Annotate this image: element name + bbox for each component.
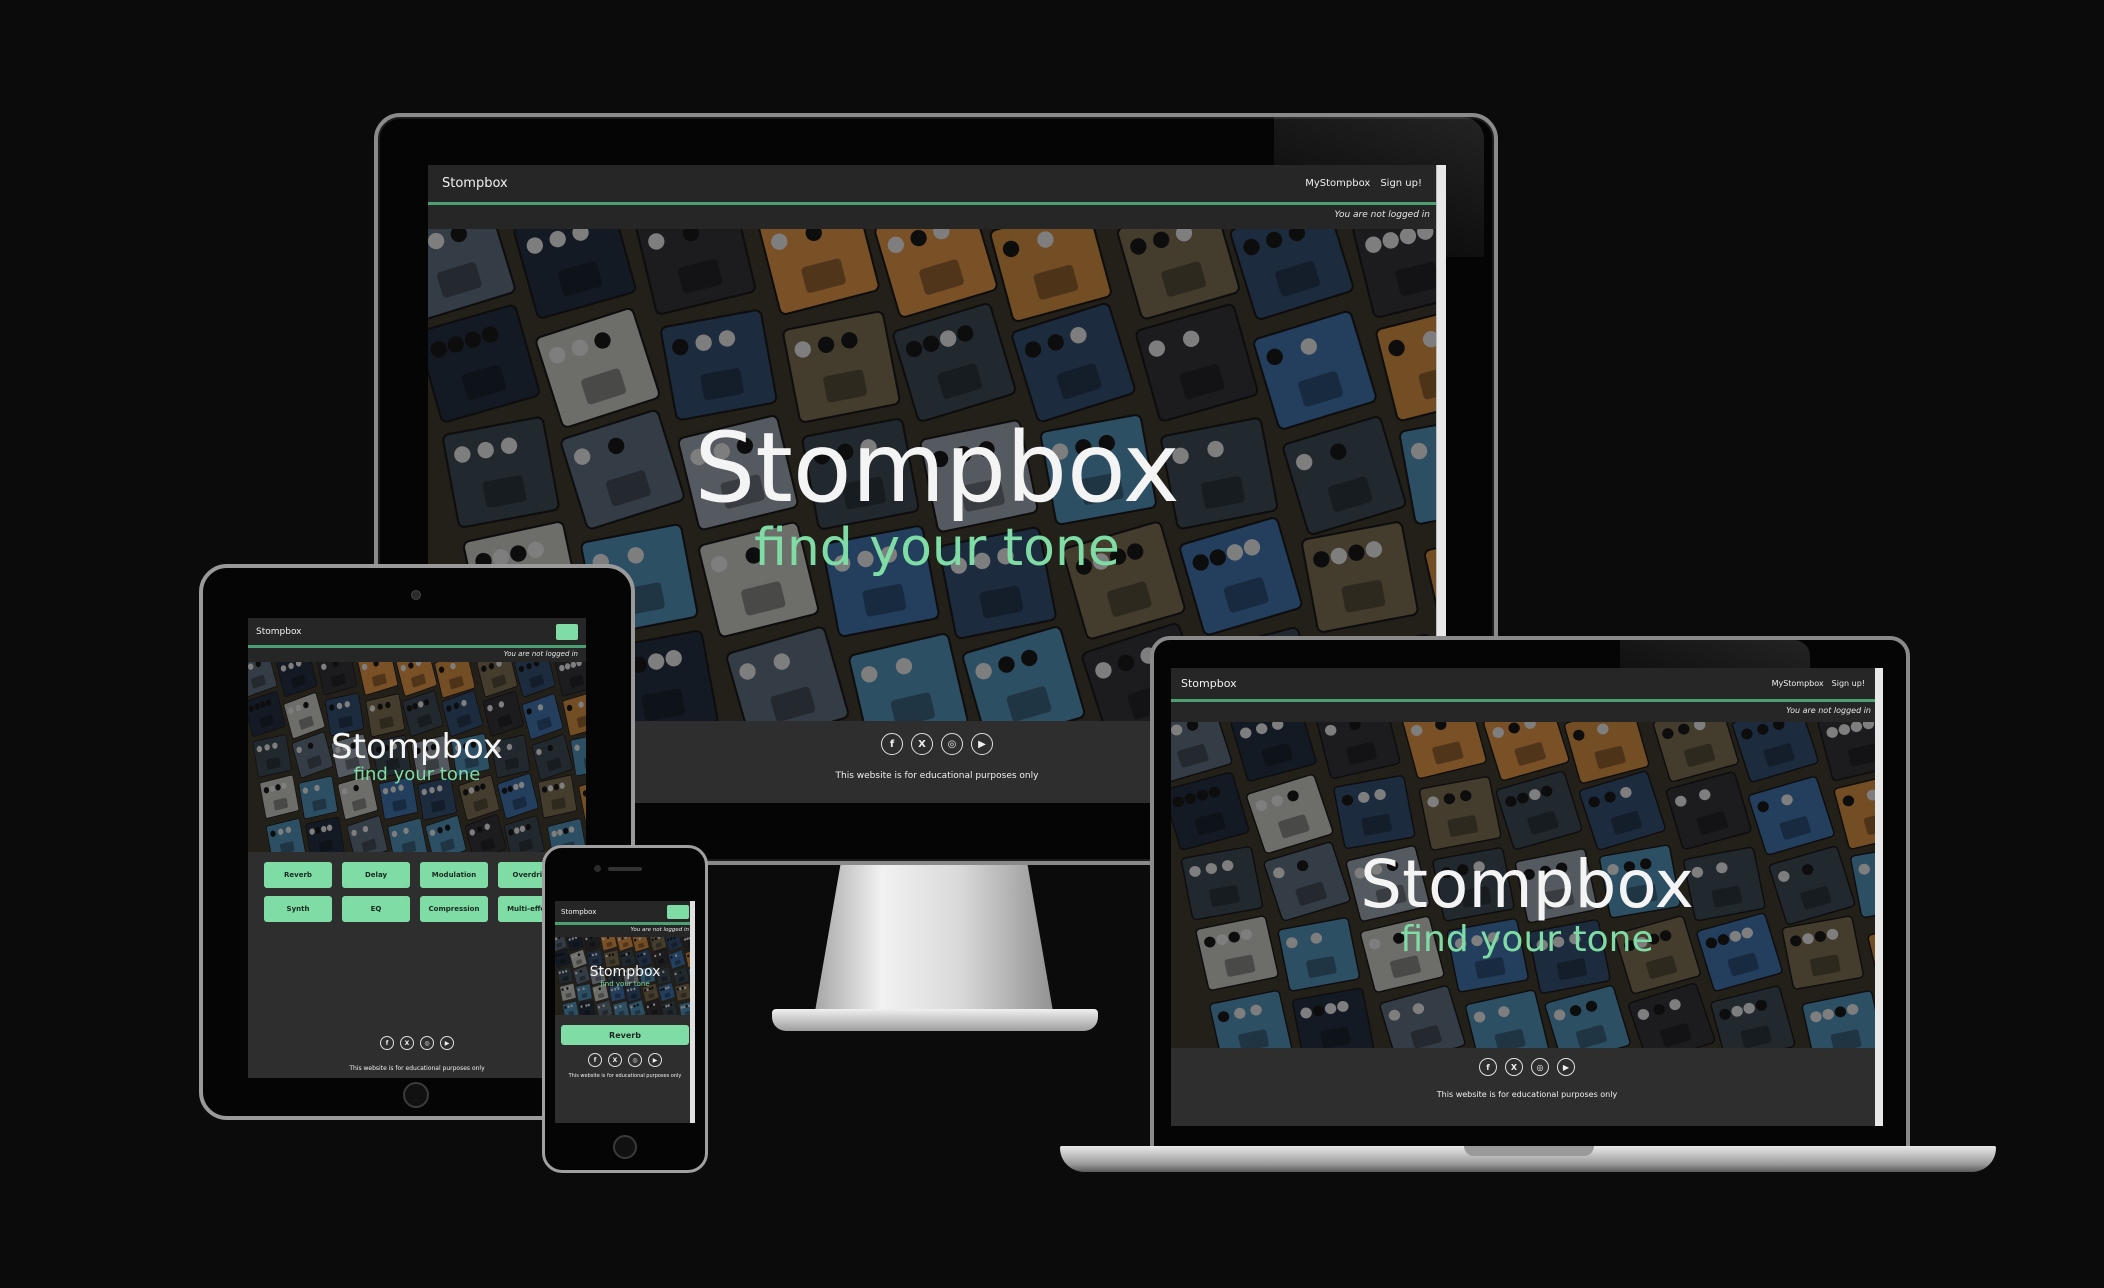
instagram-icon[interactable]: ◎ [628,1053,642,1067]
instagram-icon[interactable]: ◎ [420,1036,434,1050]
category-button[interactable]: EQ [342,896,410,922]
hero-title: Stompbox [589,963,661,980]
hero-title: Stompbox [1360,846,1694,923]
category-button[interactable]: Delay [342,862,410,888]
category-grid: Reverb Delay Modulation Overdrive Synth … [248,852,586,922]
nav-link-mystompbox[interactable]: MyStompbox [1772,679,1824,688]
hero-banner: Stompbox find your tone [248,662,586,852]
home-button[interactable] [613,1135,637,1159]
website: Stompbox You are not logged in Stompbox … [248,618,586,1078]
login-status: You are not logged in [555,925,695,937]
monitor-base [772,1009,1098,1031]
youtube-icon[interactable]: ▶ [971,733,993,755]
laptop-device: Stompbox MyStompbox Sign up! You are not… [1060,636,1996,1176]
youtube-icon[interactable]: ▶ [440,1036,454,1050]
hero-subtitle: find your tone [600,979,650,988]
category-grid: Reverb [555,1015,695,1045]
facebook-icon[interactable]: f [881,733,903,755]
hero-banner: Stompbox find your tone [1171,722,1883,1048]
brand-link[interactable]: Stompbox [256,627,302,637]
facebook-icon[interactable]: f [1479,1058,1497,1076]
social-links: f X ◎ ▶ [555,1045,695,1067]
login-status: You are not logged in [248,648,586,662]
brand-link[interactable]: Stompbox [561,908,596,916]
brand-link[interactable]: Stompbox [442,176,508,191]
instagram-icon[interactable]: ◎ [941,733,963,755]
hero-subtitle: find your tone [353,764,481,785]
footer-note: This website is for educational purposes… [349,1065,485,1072]
x-icon[interactable]: X [1505,1058,1523,1076]
navbar: Stompbox MyStompbox Sign up! [1171,668,1883,702]
social-links: f X ◎ ▶ [1171,1048,1883,1076]
navbar: Stompbox [248,618,586,648]
category-button[interactable]: Modulation [420,862,488,888]
nav-link-signup[interactable]: Sign up! [1380,178,1422,189]
website: Stompbox MyStompbox Sign up! You are not… [1171,668,1883,1126]
hero-title: Stompbox [694,412,1180,524]
hero-subtitle: find your tone [1400,919,1654,960]
brand-link[interactable]: Stompbox [1181,677,1237,690]
footer: f X ◎ ▶ This website is for educational pur… [1171,1048,1883,1126]
navbar: Stompbox MyStompbox Sign up! [428,165,1446,205]
camera-icon [411,590,421,600]
category-button[interactable]: Reverb [561,1025,689,1045]
hero-title: Stompbox [331,727,503,767]
youtube-icon[interactable]: ▶ [1557,1058,1575,1076]
x-icon[interactable]: X [608,1053,622,1067]
tablet-screen: Stompbox You are not logged in Stompbox … [248,618,586,1078]
menu-toggle-button[interactable] [556,623,578,640]
menu-toggle-button[interactable] [667,904,689,919]
phone-screen: Stompbox You are not logged in Stompbox … [555,901,695,1123]
speaker-grille [608,867,642,871]
footer-note: This website is for educational purposes… [568,1073,682,1079]
instagram-icon[interactable]: ◎ [1531,1058,1549,1076]
phone-device: Stompbox You are not logged in Stompbox … [542,845,708,1173]
nav-link-mystompbox[interactable]: MyStompbox [1305,178,1370,189]
website: Stompbox You are not logged in Stompbox … [555,901,695,1123]
login-status: You are not logged in [428,205,1446,229]
hero-banner: Stompbox find your tone [555,937,695,1015]
login-status: You are not logged in [1171,702,1883,722]
scrollbar[interactable] [1875,668,1883,1126]
x-icon[interactable]: X [400,1036,414,1050]
facebook-icon[interactable]: f [588,1053,602,1067]
camera-icon [594,865,601,872]
youtube-icon[interactable]: ▶ [648,1053,662,1067]
navbar: Stompbox [555,901,695,925]
scrollbar[interactable] [690,901,695,1123]
social-links: f X ◎ ▶ [248,1036,586,1050]
category-button[interactable]: Reverb [264,862,332,888]
nav-link-signup[interactable]: Sign up! [1832,679,1865,688]
main-content: Reverb f X ◎ ▶ This website is for educatio… [555,1015,695,1123]
footer-note: This website is for educational purposes… [1436,1090,1618,1099]
category-button[interactable]: Compression [420,896,488,922]
main-content: Reverb Delay Modulation Overdrive Synth … [248,852,586,1078]
hero-subtitle: find your tone [754,518,1120,578]
monitor-stand [814,865,1054,1015]
home-button[interactable] [403,1082,429,1108]
facebook-icon[interactable]: f [380,1036,394,1050]
x-icon[interactable]: X [911,733,933,755]
category-button[interactable]: Synth [264,896,332,922]
laptop-screen: Stompbox MyStompbox Sign up! You are not… [1171,668,1883,1126]
